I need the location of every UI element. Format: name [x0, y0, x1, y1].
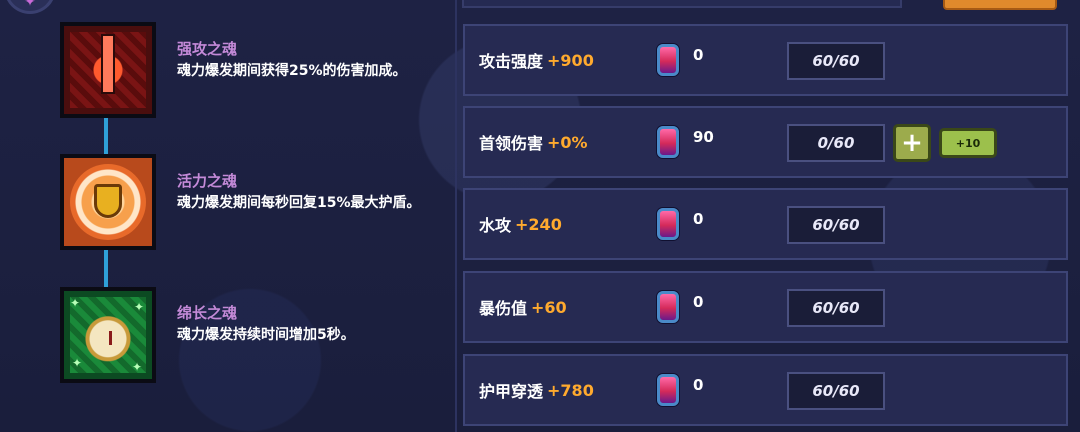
stat-bonus: +900: [547, 50, 594, 70]
soul-gem-icon: [657, 126, 679, 158]
level-progress: 60/60: [787, 206, 885, 244]
add-ten-button[interactable]: +10: [939, 128, 997, 158]
stat-label: 护甲穿透 +780: [479, 380, 594, 402]
soul-gem-icon: [657, 44, 679, 76]
stat-label: 攻击强度 +900: [479, 50, 594, 72]
soul-gem-icon: [657, 291, 679, 323]
soul-gem-icon: [657, 208, 679, 240]
stat-row-boss-damage: 首领伤害 +0% 90 0/60 + +10: [463, 106, 1068, 178]
soul-name: 绵长之魂: [177, 304, 238, 322]
soul-name: 活力之魂: [177, 172, 238, 190]
level-progress: 0/60: [787, 124, 885, 162]
level-progress: 60/60: [787, 289, 885, 327]
soul-connector: [104, 118, 108, 158]
stat-label: 水攻 +240: [479, 214, 562, 236]
stat-row-crit-damage: 暴伤值 +60 0 60/60: [463, 271, 1068, 343]
stat-row-water-attack: 水攻 +240 0 60/60: [463, 188, 1068, 260]
level-progress: 60/60: [787, 42, 885, 80]
shield-icon[interactable]: [60, 154, 156, 250]
stat-label: 暴伤值 +60: [479, 297, 567, 319]
gem-count: 0: [693, 46, 704, 64]
top-panel-edge: [462, 0, 902, 8]
soul-connector: [104, 250, 108, 290]
gem-count: 0: [693, 293, 704, 311]
soul-description: 魂力爆发期间每秒回复15%最大护盾。: [177, 195, 421, 211]
soul-name: 强攻之魂: [177, 40, 238, 58]
soul-description: 魂力爆发期间获得25%的伤害加成。: [177, 63, 407, 79]
soul-description: 魂力爆发持续时间增加5秒。: [177, 327, 355, 343]
gem-count: 0: [693, 376, 704, 394]
stat-row-armor-penetration: 护甲穿透 +780 0 60/60: [463, 354, 1068, 426]
level-progress: 60/60: [787, 372, 885, 410]
add-one-button[interactable]: +: [893, 124, 931, 162]
stat-label: 首领伤害 +0%: [479, 132, 588, 154]
stat-row-attack: 攻击强度 +900 0 60/60: [463, 24, 1068, 96]
stat-bonus: +780: [547, 380, 594, 400]
flame-sword-icon[interactable]: [60, 22, 156, 118]
top-action-button[interactable]: [943, 0, 1057, 10]
gem-count: 0: [693, 210, 704, 228]
stopwatch-icon[interactable]: ✦ ✦ ✦ ✦: [60, 287, 156, 383]
panel-divider: [455, 0, 457, 432]
stat-bonus: +0%: [547, 132, 588, 152]
gem-count: 90: [693, 128, 714, 146]
stat-bonus: +60: [531, 297, 567, 317]
stat-bonus: +240: [515, 214, 562, 234]
soul-gem-icon: [657, 374, 679, 406]
